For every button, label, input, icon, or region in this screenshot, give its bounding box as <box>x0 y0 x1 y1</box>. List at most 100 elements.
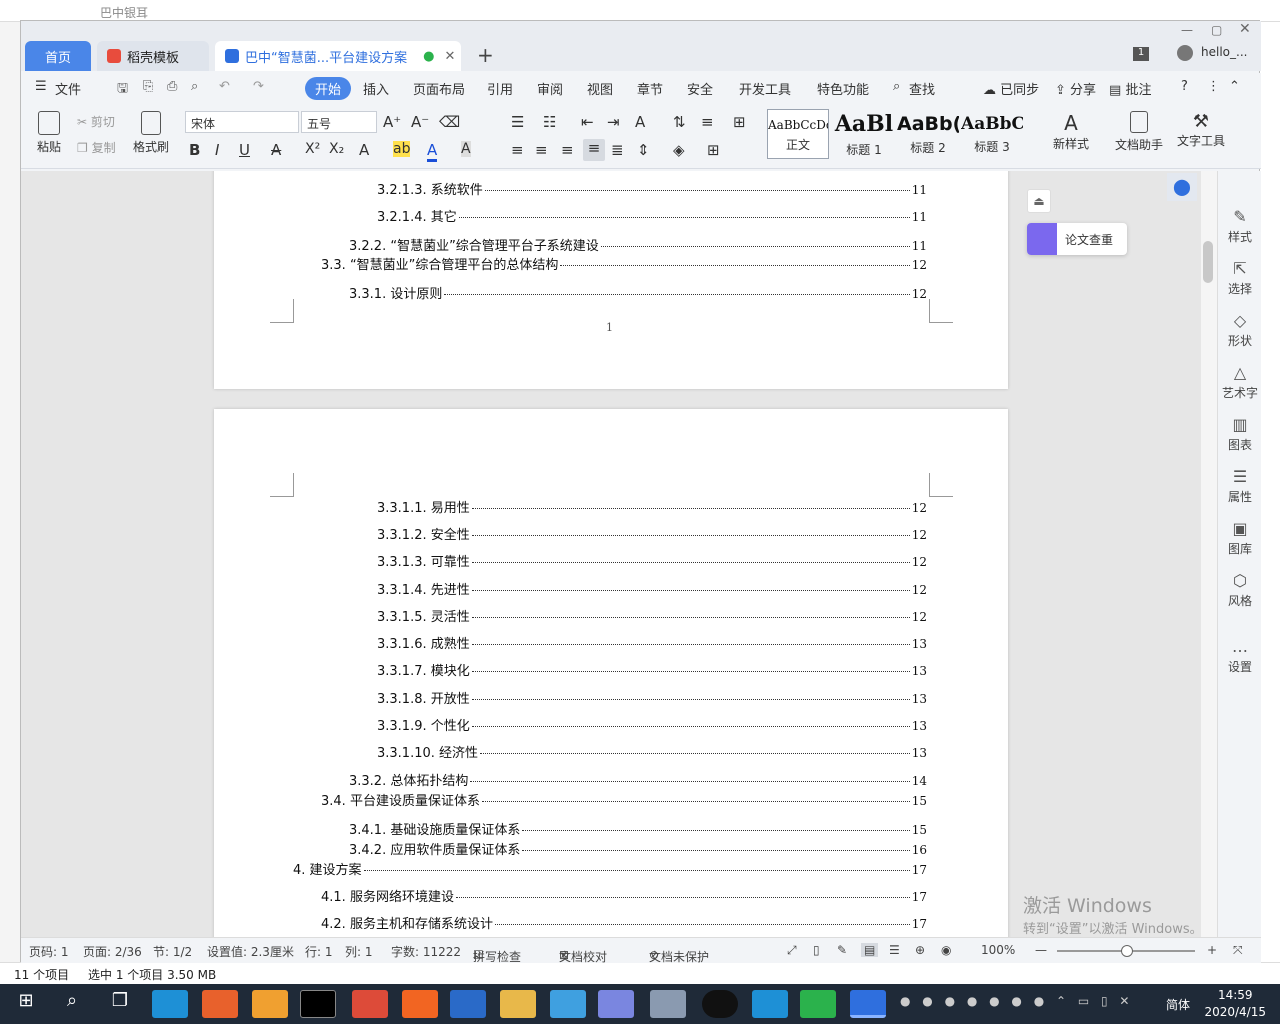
font-select[interactable]: 宋体 <box>185 111 299 133</box>
status-setting[interactable]: 设置值: 2.3厘米 <box>207 943 294 960</box>
document-page-1[interactable]: 3.2.1.3. 系统软件 11 3.2.1.4. 其它 11 3.2.2. “智慧… <box>214 171 1008 389</box>
toc-line[interactable]: 3.3.1.7. 模块化 13 <box>377 660 927 679</box>
chrome-icon[interactable] <box>352 990 388 1018</box>
eye-icon[interactable]: ◉ <box>941 943 951 957</box>
style-heading1[interactable]: AaBl 标题 1 <box>833 109 895 159</box>
clear-format-icon[interactable]: ⌫ <box>439 113 460 131</box>
char-shading-icon[interactable]: A <box>461 141 471 157</box>
ribbon-tab-search[interactable]: 查找 <box>909 79 935 98</box>
distribute-icon[interactable]: ≣ <box>611 141 624 159</box>
status-col[interactable]: 列: 1 <box>345 943 373 960</box>
superscript-icon[interactable]: X² <box>305 141 320 157</box>
ime-indicator[interactable]: 简体 <box>1166 996 1190 1013</box>
collapse-ribbon-icon[interactable]: ⌃ <box>1229 79 1240 94</box>
toc-line[interactable]: 3.2.1.3. 系统软件 11 <box>377 179 927 198</box>
underline-icon[interactable]: U <box>239 141 250 159</box>
more-icon[interactable]: ⋮ <box>1207 79 1220 94</box>
toc-line[interactable]: 4.2. 服务主机和存储系统设计 17 <box>321 913 927 932</box>
toc-line[interactable]: 3.3.1.6. 成熟性 13 <box>377 633 927 652</box>
minimize-icon[interactable]: — <box>1181 23 1193 37</box>
justify-icon[interactable]: ≡ <box>583 139 605 161</box>
menu-icon[interactable]: ☰ <box>35 79 47 94</box>
decrease-indent-icon[interactable]: ⇤ <box>581 113 594 131</box>
toc-line[interactable]: 3.4.2. 应用软件质量保证体系 16 <box>349 839 927 858</box>
highlight-icon[interactable]: ab <box>393 141 411 157</box>
status-page-code[interactable]: 页码: 1 <box>29 943 69 960</box>
toc-line[interactable]: 3.3.1.8. 开放性 13 <box>377 688 927 707</box>
page-view-icon[interactable]: ▤ <box>861 943 879 957</box>
ribbon-tab-start[interactable]: 开始 <box>305 77 352 100</box>
font-color-icon[interactable]: A <box>427 141 438 162</box>
sidebar-item-select[interactable]: ⇱ 选择 <box>1218 259 1262 297</box>
style-heading3[interactable]: AaBbC 标题 3 <box>961 109 1023 159</box>
new-style-button[interactable]: A 新样式 <box>1045 111 1097 152</box>
app-icon[interactable] <box>650 990 686 1018</box>
collapse-panel-icon[interactable]: ⏏ <box>1027 189 1051 213</box>
undo-icon[interactable]: ↶ <box>219 79 230 94</box>
doc-assist-button[interactable]: 文档助手 <box>1113 111 1165 153</box>
sidebar-item-chart[interactable]: ▥ 图表 <box>1218 415 1262 453</box>
help-icon[interactable]: ? <box>1181 79 1188 94</box>
share-button[interactable]: ⇪ 分享 <box>1055 79 1096 98</box>
save-icon[interactable]: 🖫 <box>117 79 128 101</box>
zoom-level[interactable]: 100% <box>981 943 1015 957</box>
toc-line[interactable]: 3.3.1.4. 先进性 12 <box>377 579 927 598</box>
ribbon-tab-insert[interactable]: 插入 <box>363 79 389 98</box>
toc-line[interactable]: 3.4. 平台建设质量保证体系 15 <box>321 790 927 809</box>
status-row[interactable]: 行: 1 <box>305 943 333 960</box>
preview-icon[interactable]: ⌕ <box>191 79 198 94</box>
paragraph-spacing-icon[interactable]: ⇕ <box>637 141 650 159</box>
fit-icon[interactable]: ⤧ <box>1233 943 1243 958</box>
firefox-icon[interactable] <box>202 990 238 1018</box>
web-view-icon[interactable]: ⊕ <box>915 943 925 957</box>
border-icon[interactable]: ⊞ <box>707 141 720 159</box>
export-icon[interactable]: ⎘ <box>143 79 153 94</box>
paste-button[interactable]: 粘贴 <box>31 111 67 155</box>
read-mode-icon[interactable]: ▯ <box>813 943 820 957</box>
toc-line[interactable]: 3.3.2. 总体拓扑结构 14 <box>349 770 927 789</box>
toc-line[interactable]: 3.3. “智慧菌业”综合管理平台的总体结构 12 <box>321 254 927 273</box>
edit-mode-icon[interactable]: ✎ <box>837 943 847 957</box>
sidebar-item-wordart[interactable]: △ 艺术字 <box>1218 363 1262 401</box>
document-page-2[interactable]: 3.3.1.1. 易用性 12 3.3.1.2. 安全性 12 3.3.1.3. 可靠性… <box>214 409 1008 937</box>
tab-template[interactable]: 稻壳模板 <box>97 41 209 71</box>
comment-button[interactable]: ▤ 批注 <box>1109 79 1151 98</box>
sidebar-item-properties[interactable]: ☰ 属性 <box>1218 467 1262 505</box>
sidebar-item-theme[interactable]: ⬡ 风格 <box>1218 571 1262 609</box>
folder-icon[interactable] <box>500 990 536 1018</box>
shrink-font-icon[interactable]: A⁻ <box>411 113 429 131</box>
toc-line[interactable]: 3.4.1. 基础设施质量保证体系 15 <box>349 819 927 838</box>
vertical-scrollbar[interactable] <box>1201 171 1217 937</box>
style-normal[interactable]: AaBbCcDd 正文 <box>767 109 829 159</box>
line-spacing-icon[interactable]: ≡ <box>701 113 714 131</box>
sidebar-item-settings[interactable]: … 设置 <box>1218 637 1262 675</box>
wechat-icon[interactable] <box>800 990 836 1018</box>
document-area[interactable]: 3.2.1.3. 系统软件 11 3.2.1.4. 其它 11 3.2.2. “智慧… <box>21 171 1201 937</box>
format-painter-button[interactable]: 格式刷 <box>131 111 171 155</box>
fullscreen-icon[interactable]: ⤢ <box>787 943 797 958</box>
status-words[interactable]: 字数: 11222 <box>391 943 461 960</box>
maximize-icon[interactable]: ▢ <box>1211 23 1222 37</box>
toc-line[interactable]: 3.2.2. “智慧菌业”综合管理平台子系统建设 11 <box>349 235 927 254</box>
status-pages[interactable]: 页面: 2/36 <box>83 943 142 960</box>
zoom-out-icon[interactable]: — <box>1035 943 1047 957</box>
ribbon-tab-review[interactable]: 审阅 <box>537 79 563 98</box>
app-icon[interactable] <box>402 990 438 1018</box>
toc-line[interactable]: 3.3.1.5. 灵活性 12 <box>377 606 927 625</box>
increase-indent-icon[interactable]: ⇥ <box>607 113 620 131</box>
clock[interactable]: 14:59 2020/4/15 <box>1204 987 1266 1021</box>
ribbon-tab-security[interactable]: 安全 <box>687 79 713 98</box>
ribbon-tab-reference[interactable]: 引用 <box>487 79 513 98</box>
toc-line[interactable]: 3.3.1.1. 易用性 12 <box>377 497 927 516</box>
close-icon[interactable]: ✕ <box>1239 21 1251 37</box>
task-view-icon[interactable]: ❐ <box>102 990 138 1018</box>
number-list-icon[interactable]: ☷ <box>543 113 556 131</box>
shading-icon[interactable]: ◈ <box>673 141 685 159</box>
wps-writer-icon[interactable] <box>850 990 886 1018</box>
outline-view-icon[interactable]: ☰ <box>889 943 900 957</box>
toc-line[interactable]: 4.1. 服务网络环境建设 17 <box>321 886 927 905</box>
ribbon-tab-chapter[interactable]: 章节 <box>637 79 663 98</box>
sidebar-item-style[interactable]: ✎ 样式 <box>1218 207 1262 245</box>
user-name[interactable]: hello_... <box>1201 45 1247 59</box>
toc-line[interactable]: 3.3.1. 设计原则 12 <box>349 283 927 302</box>
